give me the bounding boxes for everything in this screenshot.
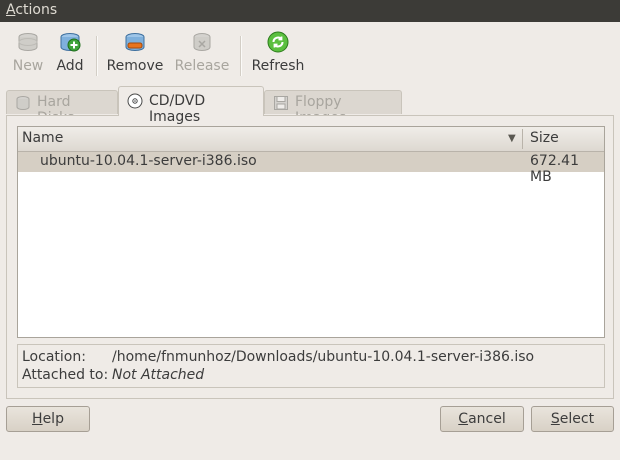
media-tabs: Hard Disks CD/DVD Images Floppy Images (6, 86, 616, 126)
release-label: Release (174, 58, 230, 74)
tab-panel: Name ▼ Size ubuntu-10.04.1-server-i386.i… (6, 115, 614, 399)
release-disk-icon (193, 33, 211, 52)
attached-to-value: Not Attached (112, 367, 205, 383)
add-disk-icon (60, 33, 81, 52)
refresh-label: Refresh (251, 58, 305, 74)
cd-dvd-icon (127, 93, 143, 109)
remove-button[interactable]: Remove (106, 30, 164, 74)
location-value: /home/fnmunhoz/Downloads/ubuntu-10.04.1-… (112, 349, 535, 365)
attached-to-label: Attached to: (22, 367, 109, 383)
tab-hard-disks[interactable]: Hard Disks (6, 90, 118, 126)
cancel-button[interactable]: Cancel (440, 406, 524, 432)
new-label: New (12, 58, 44, 74)
list-header: Name ▼ Size (18, 127, 604, 152)
menu-actions[interactable]: Actions (6, 2, 57, 18)
row-size: 672.41 MB (530, 153, 579, 185)
location-label: Location: (22, 349, 86, 365)
toolbar-separator (240, 36, 242, 76)
column-size-header[interactable]: Size (530, 130, 559, 146)
help-button[interactable]: Help (6, 406, 90, 432)
tab-cd-dvd-images[interactable]: CD/DVD Images (118, 86, 264, 125)
toolbar-separator (96, 36, 98, 76)
column-name-header[interactable]: Name (22, 130, 63, 146)
remove-disk-icon (125, 33, 145, 52)
table-row[interactable]: ubuntu-10.04.1-server-i386.iso 672.41 MB (18, 152, 604, 185)
release-button[interactable]: Release (174, 30, 230, 74)
media-list[interactable]: Name ▼ Size ubuntu-10.04.1-server-i386.i… (17, 126, 605, 338)
sort-descending-icon: ▼ (508, 133, 516, 144)
toolbar: New Add Remove Release Refresh (0, 22, 620, 82)
column-separator (522, 129, 523, 149)
refresh-button[interactable]: Refresh (250, 30, 306, 74)
tab-floppy-images[interactable]: Floppy Images (264, 90, 402, 126)
add-label: Add (56, 58, 84, 74)
refresh-icon (267, 31, 289, 53)
menubar: Actions (0, 0, 620, 22)
floppy-icon (274, 96, 288, 110)
select-button[interactable]: Select (531, 406, 614, 432)
tab-cd-dvd-label: CD/DVD Images (149, 93, 206, 125)
remove-label: Remove (106, 58, 164, 74)
new-disk-icon (18, 33, 38, 52)
add-button[interactable]: Add (54, 30, 86, 74)
row-name: ubuntu-10.04.1-server-i386.iso (40, 153, 257, 169)
new-button[interactable]: New (12, 30, 44, 74)
media-info: Location: /home/fnmunhoz/Downloads/ubunt… (17, 344, 605, 388)
hard-disk-icon (16, 96, 30, 111)
